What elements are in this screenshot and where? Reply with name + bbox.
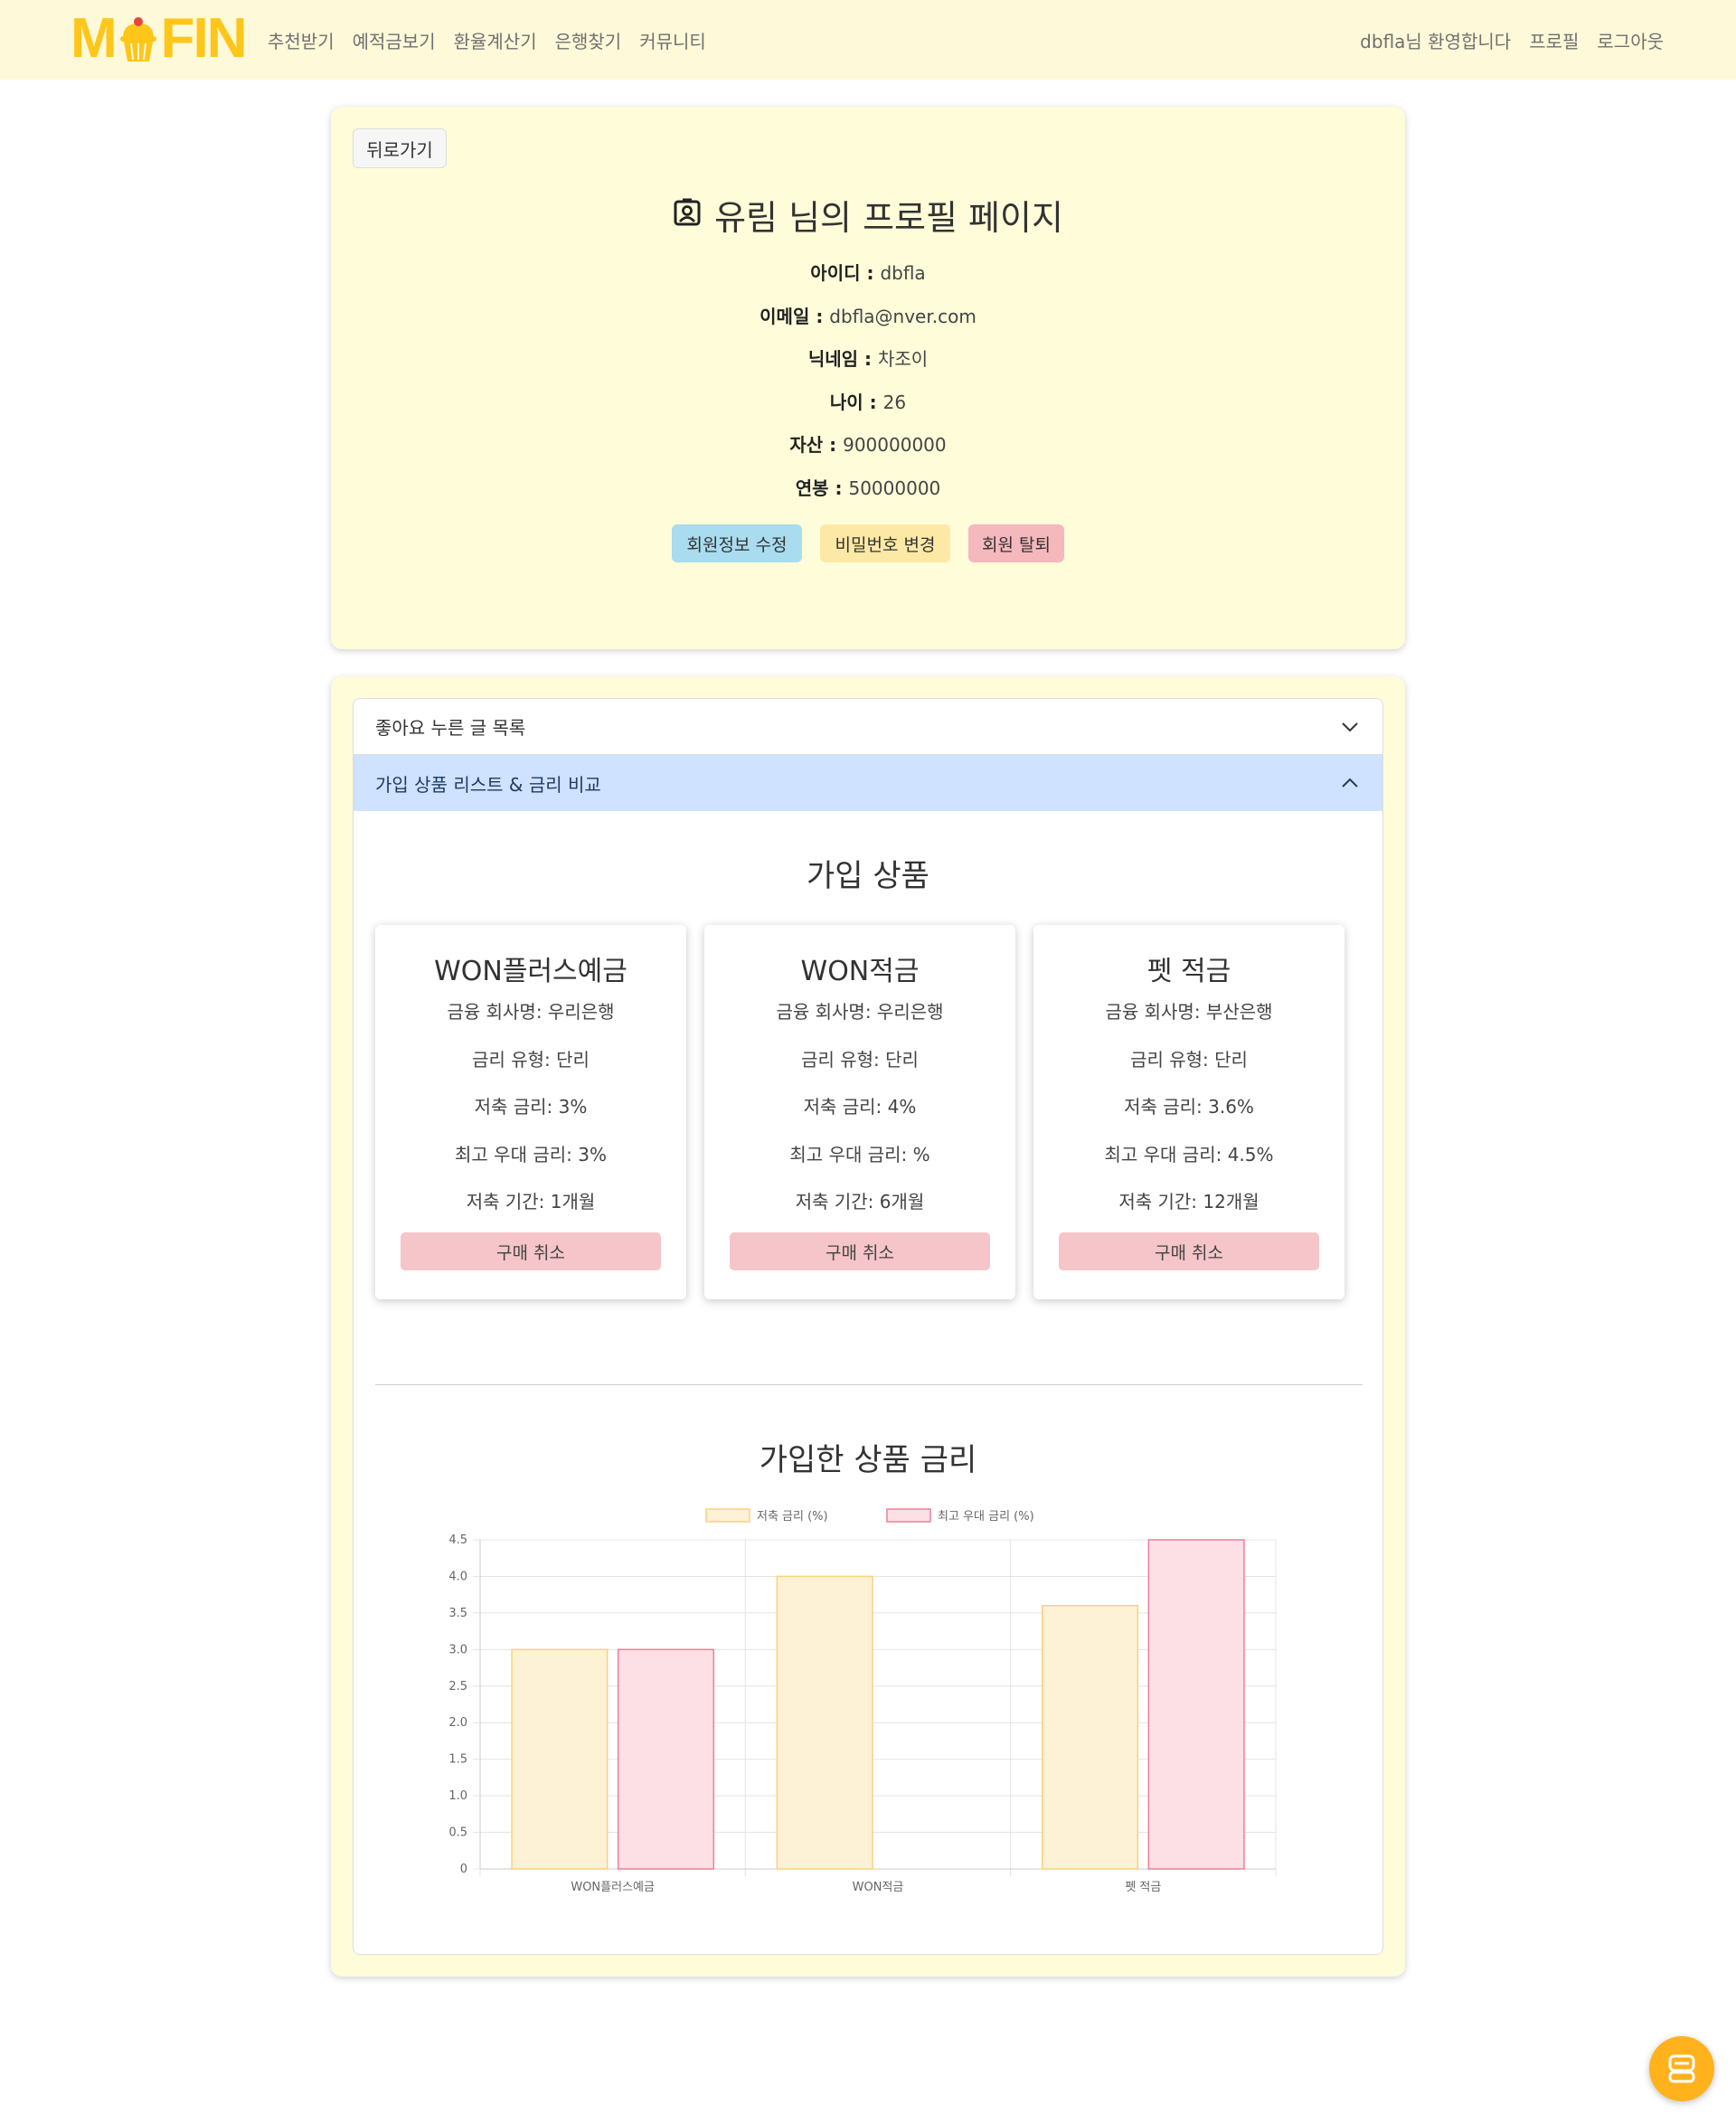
product-rate-type: 금리 유형: 단리 <box>1130 1049 1248 1071</box>
product-company: 금융 회사명: 우리은행 <box>447 1001 615 1023</box>
x-tick-label: WON플러스예금 <box>571 1881 655 1894</box>
product-rate: 저축 금리: 3% <box>474 1096 588 1118</box>
nav-link-community[interactable]: 커뮤니티 <box>639 27 706 53</box>
rates-section-title: 가입한 상품 금리 <box>759 1442 977 1478</box>
robot-icon <box>1668 2054 1695 2083</box>
bar <box>617 1648 715 1870</box>
product-max-rate: 최고 우대 금리: 3% <box>455 1144 607 1165</box>
info-user-id: 아이디 : dbfla <box>810 262 926 284</box>
nav-links: 추천받기 예적금보기 환율계산기 은행찾기 커뮤니티 <box>268 27 706 53</box>
cancel-purchase-button[interactable]: 구매 취소 <box>1059 1232 1319 1270</box>
nav-link-exchange[interactable]: 환율계산기 <box>454 27 537 53</box>
divider <box>375 1384 1363 1385</box>
product-term: 저축 기간: 6개월 <box>795 1191 925 1212</box>
accordion-products-compare-label: 가입 상품 리스트 & 금리 비교 <box>375 773 601 796</box>
logo-text-left: M <box>71 7 118 70</box>
nav-link-logout[interactable]: 로그아웃 <box>1597 27 1664 53</box>
nav-link-profile[interactable]: 프로필 <box>1529 27 1579 53</box>
product-company: 금융 회사명: 부산은행 <box>1105 1001 1273 1023</box>
muffin-icon <box>118 14 159 63</box>
welcome-text: dbfla님 환영합니다 <box>1360 31 1512 52</box>
product-company: 금융 회사명: 우리은행 <box>776 1001 944 1023</box>
y-tick-label: 4.0 <box>448 1570 467 1583</box>
y-tick-label: 1.5 <box>448 1753 467 1767</box>
nav-user-menu: dbfla님 환영합니다 프로필 로그아웃 <box>1360 27 1664 53</box>
product-card: WON플러스예금 금융 회사명: 우리은행 금리 유형: 단리 저축 금리: 3… <box>375 925 686 1299</box>
product-rate: 저축 금리: 3.6% <box>1124 1096 1254 1118</box>
product-name: 펫 적금 <box>1146 956 1231 987</box>
chevron-down-icon <box>1342 722 1358 732</box>
legend-label: 최고 우대 금리 (%) <box>938 1510 1034 1524</box>
logo-text-right: FIN <box>160 7 248 70</box>
rates-bar-chart: 저축 금리 (%) 최고 우대 금리 (%) 0 0.5 1.0 1.5 2.0 2.5 3.0… <box>448 1508 1277 1894</box>
info-assets: 자산 : 900000000 <box>789 434 947 456</box>
product-rate-type: 금리 유형: 단리 <box>472 1049 590 1071</box>
product-name: WON적금 <box>800 956 920 987</box>
bar <box>1147 1539 1245 1870</box>
y-tick-label: 0 <box>460 1863 467 1876</box>
product-term: 저축 기간: 1개월 <box>466 1191 596 1212</box>
accordion-products-compare[interactable]: 가입 상품 리스트 & 금리 비교 <box>354 755 1382 811</box>
nav-link-recommend[interactable]: 추천받기 <box>268 27 335 53</box>
x-tick-label: 펫 적금 <box>1125 1881 1161 1894</box>
accordion-liked-posts-label: 좋아요 누른 글 목록 <box>375 717 526 739</box>
bar <box>1041 1605 1139 1870</box>
products-card: 좋아요 누른 글 목록 가입 상품 리스트 & 금리 비교 가입 상품 WON플… <box>331 676 1405 1977</box>
back-button[interactable]: 뒤로가기 <box>353 128 447 168</box>
product-rate: 저축 금리: 4% <box>803 1096 917 1118</box>
bar <box>776 1575 873 1870</box>
nav-link-products[interactable]: 예적금보기 <box>353 27 436 53</box>
y-tick-label: 3.0 <box>448 1643 467 1656</box>
change-password-button[interactable]: 비밀번호 변경 <box>820 524 950 562</box>
y-tick-label: 2.5 <box>448 1680 467 1694</box>
info-email: 이메일 : dbfla@nver.com <box>760 306 976 327</box>
product-max-rate: 최고 우대 금리: 4.5% <box>1104 1144 1274 1165</box>
product-max-rate: 최고 우대 금리: % <box>789 1144 930 1165</box>
products-section-title: 가입 상품 <box>807 858 929 894</box>
withdraw-button[interactable]: 회원 탈퇴 <box>968 524 1064 562</box>
navbar: M FIN 추천받기 예적금보기 환율계산기 은행찾기 커뮤니티 dbfla님 … <box>0 0 1736 80</box>
product-card: 펫 적금 금융 회사명: 부산은행 금리 유형: 단리 저축 금리: 3.6% … <box>1033 925 1344 1299</box>
product-card: WON적금 금융 회사명: 우리은행 금리 유형: 단리 저축 금리: 4% 최… <box>704 925 1015 1299</box>
cancel-purchase-button[interactable]: 구매 취소 <box>730 1232 990 1270</box>
y-tick-label: 4.5 <box>448 1533 467 1547</box>
profile-card: 뒤로가기 유림 님의 프로필 페이지 아이디 : dbfla 이메일 : dbf… <box>331 107 1405 649</box>
product-rate-type: 금리 유형: 단리 <box>801 1049 919 1071</box>
product-name: WON플러스예금 <box>434 956 627 987</box>
nav-link-bank-finder[interactable]: 은행찾기 <box>555 27 622 53</box>
y-tick-label: 2.0 <box>448 1716 467 1730</box>
profile-actions: 회원정보 수정 비밀번호 변경 회원 탈퇴 <box>331 524 1405 562</box>
bar <box>511 1648 609 1870</box>
chatbot-button[interactable] <box>1649 2036 1714 2101</box>
y-tick-label: 0.5 <box>448 1826 467 1840</box>
page-title: 유림 님의 프로필 페이지 <box>331 190 1405 240</box>
info-nickname: 닉네임 : 차조이 <box>807 348 929 370</box>
y-tick-label: 1.0 <box>448 1789 467 1803</box>
y-tick-label: 3.5 <box>448 1607 467 1620</box>
product-term: 저축 기간: 12개월 <box>1118 1191 1260 1212</box>
info-salary: 연봉 : 50000000 <box>795 477 941 499</box>
page-title-text: 유림 님의 프로필 페이지 <box>714 198 1063 238</box>
legend-swatch <box>705 1508 750 1523</box>
edit-profile-button[interactable]: 회원정보 수정 <box>672 524 802 562</box>
legend-label: 저축 금리 (%) <box>757 1510 828 1524</box>
logo[interactable]: M FIN <box>71 7 248 70</box>
accordion: 좋아요 누른 글 목록 가입 상품 리스트 & 금리 비교 가입 상품 WON플… <box>353 698 1383 1955</box>
x-tick-label: WON적금 <box>853 1881 904 1894</box>
legend-swatch <box>886 1508 931 1523</box>
info-age: 나이 : 26 <box>829 392 907 413</box>
cancel-purchase-button[interactable]: 구매 취소 <box>401 1232 661 1270</box>
accordion-liked-posts[interactable]: 좋아요 누른 글 목록 <box>354 699 1382 755</box>
person-badge-icon <box>673 195 702 235</box>
chevron-up-icon <box>1342 778 1358 788</box>
